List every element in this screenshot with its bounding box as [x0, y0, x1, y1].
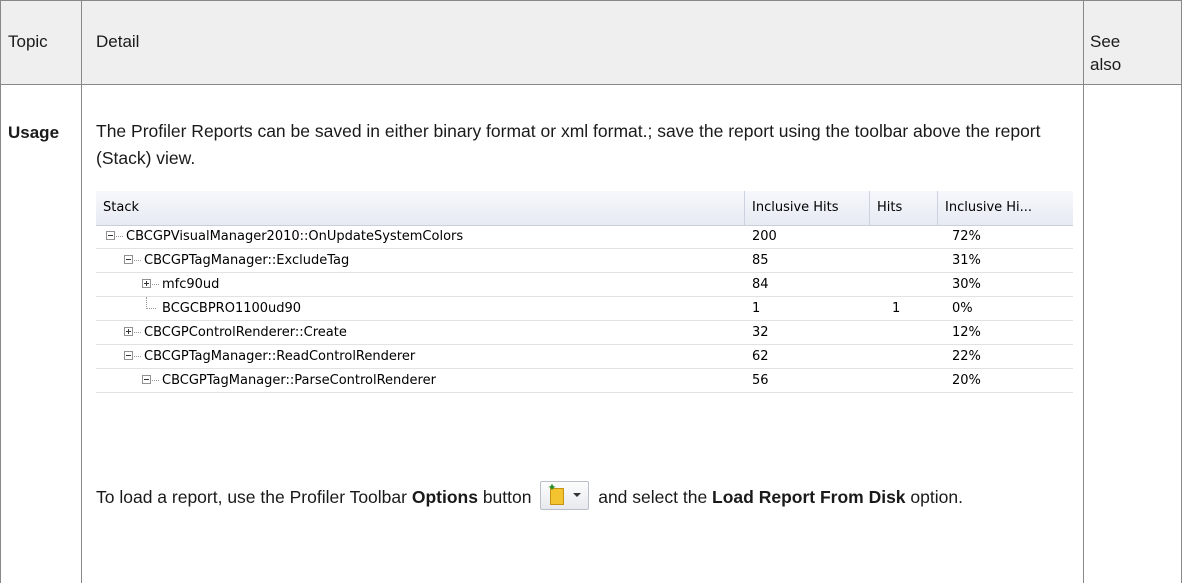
new-folder-dropdown-icon[interactable]: ✦	[540, 481, 590, 510]
intro-paragraph: The Profiler Reports can be saved in eit…	[96, 121, 1041, 168]
grid-line	[81, 0, 82, 583]
tree-connector	[152, 380, 159, 381]
stack-name-cell: mfc90ud	[162, 277, 220, 292]
stack-name-cell: CBCGPTagManager::ReadControlRenderer	[144, 349, 416, 364]
sparkle-icon: ✦	[547, 482, 557, 494]
stack-row[interactable]: CBCGPControlRenderer::Create 32 12%	[96, 321, 1073, 345]
inclusive-pct-cell: 12%	[952, 325, 981, 340]
header-see-also: See also	[1090, 32, 1122, 74]
load-text-3: and select the	[593, 487, 713, 507]
collapse-icon[interactable]	[124, 255, 133, 264]
stack-row[interactable]: mfc90ud 84 30%	[96, 273, 1073, 297]
inclusive-hits-cell: 85	[752, 253, 769, 268]
load-paragraph: To load a report, use the Profiler Toolb…	[96, 481, 1071, 511]
dropdown-arrow-icon	[573, 493, 582, 497]
load-text-4: option.	[905, 487, 963, 507]
tree-connector	[116, 236, 123, 237]
column-stack[interactable]: Stack	[96, 191, 745, 225]
column-hits[interactable]: Hits	[870, 191, 938, 225]
header-topic: Topic	[8, 32, 48, 51]
inclusive-pct-cell: 0%	[952, 301, 973, 316]
expand-icon[interactable]	[124, 327, 133, 336]
stack-name-cell: CBCGPTagManager::ExcludeTag	[144, 253, 350, 268]
header-detail: Detail	[96, 32, 140, 51]
topic-usage: Usage	[8, 123, 60, 142]
stack-name-cell: CBCGPControlRenderer::Create	[144, 325, 347, 340]
inclusive-hits-cell: 32	[752, 325, 769, 340]
inclusive-hits-cell: 62	[752, 349, 769, 364]
options-bold: Options	[411, 487, 478, 507]
stack-report-view: Stack Inclusive Hits Hits Inclusive Hi..…	[96, 191, 1073, 438]
grid-line	[0, 0, 1182, 1]
stack-name-cell: CBCGPVisualManager2010::OnUpdateSystemCo…	[126, 229, 464, 244]
stack-row[interactable]: CBCGPVisualManager2010::OnUpdateSystemCo…	[96, 225, 1073, 249]
expand-icon[interactable]	[142, 279, 151, 288]
inclusive-pct-cell: 30%	[952, 277, 981, 292]
inclusive-pct-cell: 20%	[952, 373, 981, 388]
tree-connector	[134, 260, 141, 261]
stack-header: Stack Inclusive Hits Hits Inclusive Hi..…	[96, 191, 1073, 226]
inclusive-hits-cell: 56	[752, 373, 769, 388]
inclusive-hits-cell: 200	[752, 229, 777, 244]
inclusive-hits-cell: 84	[752, 277, 769, 292]
hits-cell: 1	[892, 301, 901, 316]
collapse-icon[interactable]	[142, 375, 151, 384]
grid-line	[0, 84, 1182, 85]
inclusive-pct-cell: 72%	[952, 229, 981, 244]
collapse-icon[interactable]	[124, 351, 133, 360]
tree-connector	[146, 297, 156, 309]
stack-name-cell: BCGCBPRO1100ud90	[162, 301, 302, 316]
inclusive-pct-cell: 31%	[952, 253, 981, 268]
column-inclusive-pct[interactable]: Inclusive Hi...	[938, 191, 1073, 225]
stack-row[interactable]: CBCGPTagManager::ExcludeTag 85 31%	[96, 249, 1073, 273]
load-text-2: button	[477, 487, 537, 507]
documentation-table: Topic Detail See also Usage The Profiler…	[0, 0, 1182, 583]
stack-row[interactable]: BCGCBPRO1100ud90 1 1 0%	[96, 297, 1073, 321]
stack-row[interactable]: CBCGPTagManager::ParseControlRenderer 56 2…	[96, 369, 1073, 393]
grid-line	[1083, 0, 1084, 583]
header-row	[0, 0, 1182, 84]
stack-name-cell: CBCGPTagManager::ParseControlRenderer	[162, 373, 436, 388]
inclusive-pct-cell: 22%	[952, 349, 981, 364]
collapse-icon[interactable]	[106, 231, 115, 240]
tree-connector	[134, 332, 141, 333]
grid-line	[0, 0, 1, 583]
tree-connector	[134, 356, 141, 357]
load-report-bold: Load Report From Disk	[712, 487, 906, 507]
load-text-1: To load a report, use the Profiler Toolb…	[96, 487, 412, 507]
stack-row[interactable]: CBCGPTagManager::ReadControlRenderer 62 22…	[96, 345, 1073, 369]
inclusive-hits-cell: 1	[752, 301, 761, 316]
column-inclusive-hits[interactable]: Inclusive Hits	[745, 191, 870, 225]
tree-connector	[152, 284, 159, 285]
